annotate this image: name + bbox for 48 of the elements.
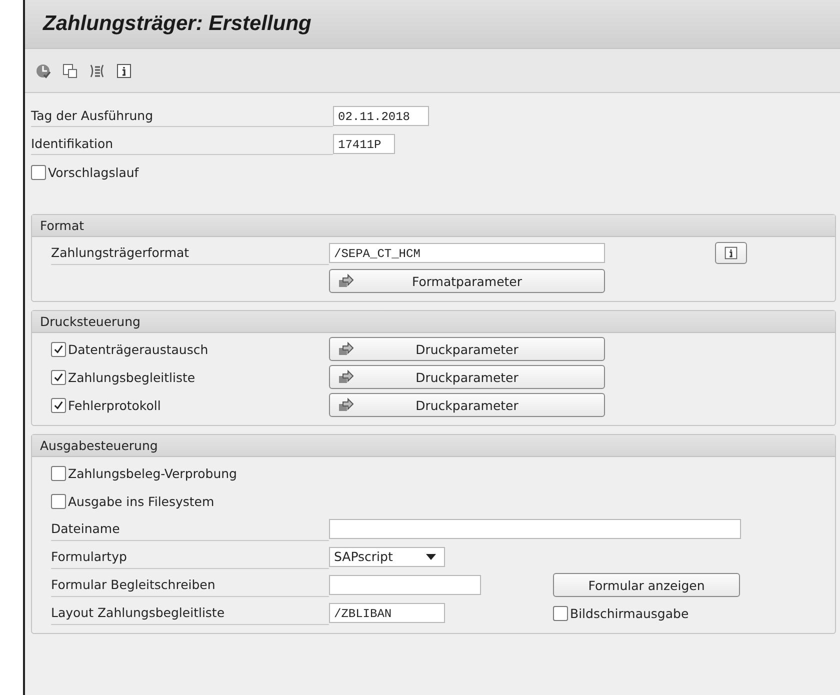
checkbox[interactable]	[51, 342, 66, 356]
form-type-dropdown[interactable]: SAPscript	[329, 547, 445, 567]
arrow-icon	[338, 369, 354, 385]
input-field[interactable]	[329, 519, 741, 539]
info-icon[interactable]	[116, 62, 132, 78]
arrow-icon	[338, 397, 354, 413]
checkbox-label: Ausgabe ins Filesystem	[68, 494, 214, 508]
group-header: Drucksteuerung	[32, 311, 835, 333]
checkbox-label: Datenträgeraustausch	[68, 342, 208, 356]
arrow-icon	[338, 273, 354, 289]
field-label: Tag der Ausführung	[31, 106, 333, 126]
input-field[interactable]: /SEPA_CT_HCM	[329, 243, 605, 263]
group-header: Ausgabesteuerung	[32, 435, 835, 457]
checkbox[interactable]	[51, 398, 66, 412]
checkbox[interactable]	[51, 370, 66, 384]
caret-icon	[426, 554, 436, 560]
checkbox-label: Zahlungsbeleg-Verprobung	[68, 466, 237, 480]
input-field[interactable]: 17411P	[333, 134, 395, 154]
checkbox-label: Fehlerprotokoll	[68, 398, 161, 412]
group-header: Format	[32, 215, 835, 237]
info-button[interactable]	[715, 242, 747, 264]
checkbox[interactable]	[51, 466, 66, 480]
input-field[interactable]: /ZBLIBAN	[329, 603, 445, 623]
input-field[interactable]: 02.11.2018	[333, 106, 429, 126]
checkbox[interactable]	[51, 494, 66, 508]
input-field[interactable]	[329, 575, 481, 595]
checkbox[interactable]	[31, 164, 46, 180]
field-label: Formular Begleitschreiben	[51, 574, 329, 596]
field-label: Dateiname	[51, 518, 329, 540]
field-label: Formulartyp	[51, 546, 329, 568]
info-icon	[724, 246, 738, 260]
field-label: Identifikation	[31, 134, 333, 154]
format-parameter-button[interactable]: Formatparameter	[329, 269, 605, 293]
print-parameter-button[interactable]: Druckparameter	[329, 337, 605, 361]
checkbox[interactable]	[553, 606, 568, 620]
window-title: Zahlungsträger: Erstellung	[43, 12, 312, 36]
field-label: Zahlungsträgerformat	[51, 242, 329, 264]
field-label: Layout Zahlungsbegleitliste	[51, 602, 329, 624]
print-parameter-button[interactable]: Druckparameter	[329, 393, 605, 417]
show-form-button[interactable]: Formular anzeigen	[553, 573, 740, 597]
execute-icon[interactable]	[35, 62, 51, 78]
list-icon[interactable]	[89, 62, 105, 78]
checkbox-label: Vorschlagslauf	[48, 164, 139, 180]
copy-icon[interactable]	[62, 62, 78, 78]
print-parameter-button[interactable]: Druckparameter	[329, 365, 605, 389]
checkbox-label: Zahlungsbegleitliste	[68, 370, 196, 384]
checkbox-label: Bildschirmausgabe	[570, 606, 689, 620]
arrow-icon	[338, 341, 354, 357]
